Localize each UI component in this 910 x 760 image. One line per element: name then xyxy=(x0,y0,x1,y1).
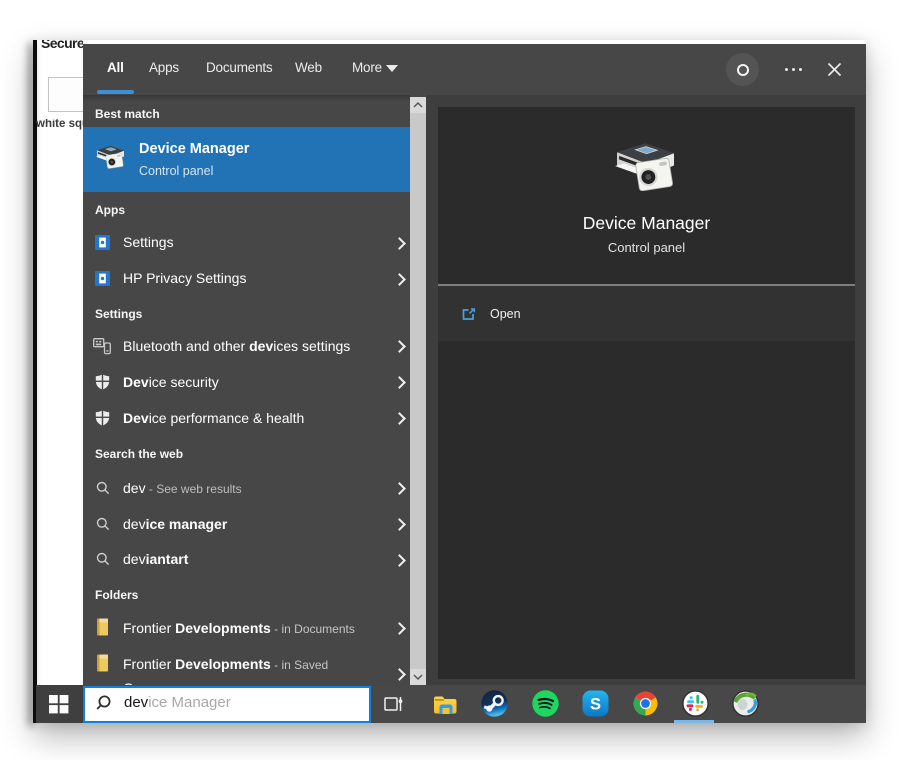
svg-text:S: S xyxy=(590,695,601,713)
